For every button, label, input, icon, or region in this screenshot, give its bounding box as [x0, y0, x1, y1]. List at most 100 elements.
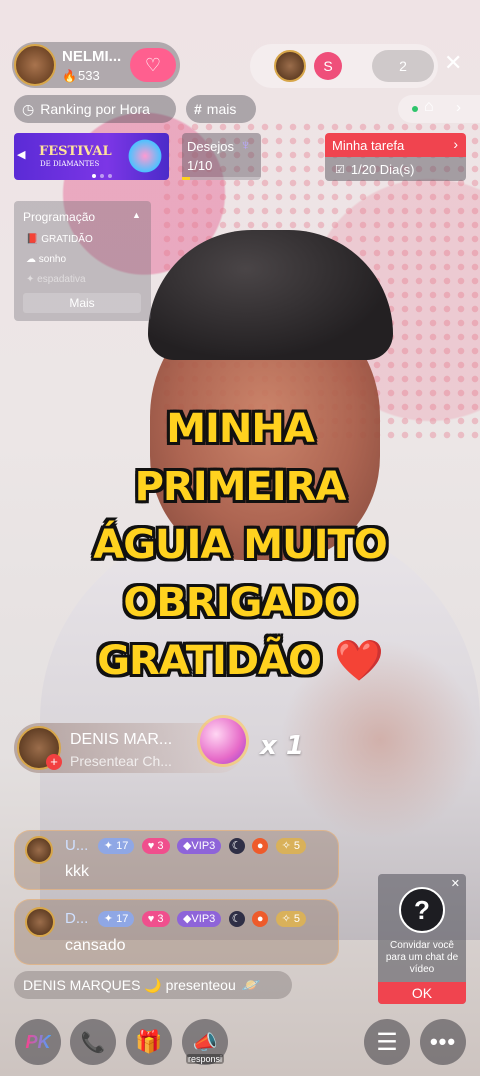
- fan-heart-badge: ♥ 3: [141, 837, 170, 854]
- fan-heart-badge: ♥ 3: [141, 910, 170, 927]
- task-body: ☑ 1/20 Dia(s): [325, 157, 466, 181]
- menu-button[interactable]: ☰: [364, 1019, 410, 1065]
- mascot-icon: [126, 137, 164, 175]
- fans-club-badge: ✧ 5: [275, 837, 307, 854]
- moon-badge: ☾: [228, 837, 245, 854]
- task-panel[interactable]: Minha tarefa › ☑ 1/20 Dia(s): [325, 133, 466, 181]
- close-icon[interactable]: ✕: [444, 50, 462, 76]
- gem-icon: ♆: [240, 137, 252, 154]
- planet-gift-icon: [200, 718, 246, 764]
- response-button[interactable]: 📣 responsi: [182, 1019, 228, 1065]
- notice-text: DENIS MARQUES 🌙 presenteou: [23, 976, 236, 993]
- task-header[interactable]: Minha tarefa ›: [325, 133, 466, 157]
- collapse-icon[interactable]: ▲: [132, 210, 141, 220]
- schedule-item: 📕 GRATIDÃO: [26, 234, 93, 245]
- calendar-check-icon: ☑: [335, 163, 345, 176]
- festival-title: FESTIVAL: [39, 144, 112, 159]
- viewer-count[interactable]: 2: [372, 50, 434, 82]
- hashtag-label: mais: [206, 101, 237, 117]
- heart-emoji: ❤️: [333, 638, 384, 684]
- festival-banner[interactable]: ◀ FESTIVAL DE DIAMANTES: [14, 133, 169, 180]
- online-dot: [412, 106, 418, 112]
- banner-pager-dots: [92, 174, 112, 178]
- hashtag-icon: #: [194, 101, 202, 117]
- viewer-avatar-s[interactable]: S: [314, 52, 342, 80]
- chevron-right-icon: ›: [453, 136, 458, 152]
- video-call-button[interactable]: 📞: [70, 1019, 116, 1065]
- follow-heart-button[interactable]: ♡: [130, 48, 176, 82]
- gift-sender-name: DENIS MAR...: [70, 731, 173, 748]
- phone-video-icon: 📞: [80, 1031, 106, 1054]
- torch-icon: ✦: [26, 274, 35, 285]
- host-avatar[interactable]: [14, 44, 56, 86]
- ranking-label: Ranking por Hora: [40, 101, 150, 117]
- caption-line: OBRIGADO: [123, 580, 357, 626]
- megaphone-icon: 📣: [192, 1031, 218, 1054]
- pk-button[interactable]: PK: [15, 1019, 61, 1065]
- chat-text: cansado: [65, 937, 126, 954]
- wishes-panel[interactable]: Desejos 1/10 ♆: [182, 133, 261, 180]
- response-label: responsi: [186, 1054, 225, 1064]
- more-button[interactable]: •••: [420, 1019, 466, 1065]
- wishes-progress: 1/10: [187, 158, 213, 173]
- close-icon[interactable]: ✕: [451, 877, 460, 890]
- task-title: Minha tarefa: [332, 137, 405, 153]
- chat-text: kkk: [65, 863, 89, 880]
- ranking-button[interactable]: ◷ Ranking por Hora: [14, 95, 176, 123]
- schedule-item-label: espadativa: [37, 274, 86, 285]
- hamburger-icon: ☰: [376, 1028, 398, 1056]
- wishes-progress-fill: [182, 177, 190, 180]
- host-name: NELMI...: [62, 48, 122, 65]
- invite-text: Convidar você para um chat de vídeo: [385, 940, 459, 975]
- host-followers: 533: [78, 68, 100, 83]
- guard-badge: ●: [252, 910, 269, 927]
- level-badge: ✦ 17: [97, 837, 135, 854]
- host-info[interactable]: NELMI... 🔥 533 ♡: [12, 42, 180, 88]
- caption-line: GRATIDÃO: [97, 638, 322, 684]
- schedule-more-button[interactable]: Mais: [23, 293, 141, 313]
- vip-badge: ◆VIP3: [176, 910, 222, 927]
- top-viewer-avatar[interactable]: [274, 50, 306, 82]
- gift-count: x 1: [260, 731, 304, 761]
- chat-username: D...: [65, 910, 89, 928]
- chat-message[interactable]: D... ✦ 17 ♥ 3 ◆VIP3 ☾ ● ✧ 5 cansado: [14, 899, 339, 965]
- task-progress: 1/20 Dia(s): [350, 161, 415, 177]
- gift-action: Presentear Ch...: [70, 753, 172, 769]
- home-nav-button[interactable]: ⌂ ›: [398, 95, 480, 123]
- schedule-item: ☁ sonho: [26, 254, 66, 265]
- chat-username: U...: [65, 837, 89, 855]
- cloud-heart-icon: ♡: [144, 54, 162, 75]
- invite-ok-button[interactable]: OK: [378, 982, 466, 1004]
- gift-button[interactable]: 🎁: [126, 1019, 172, 1065]
- fire-icon: 🔥: [62, 69, 77, 83]
- caption-line: MINHA: [166, 406, 315, 452]
- schedule-panel: Programação ▲ 📕 GRATIDÃO ☁ sonho ✦ espad…: [14, 201, 151, 321]
- wishes-label: Desejos: [187, 139, 234, 154]
- book-icon: 📕: [26, 234, 39, 245]
- gift-notice: DENIS MARQUES 🌙 presenteou 🪐: [14, 971, 292, 999]
- video-caption: MINHA PRIMEIRA ÁGUIA MUITO OBRIGADO GRAT…: [0, 400, 480, 690]
- level-badge: ✦ 17: [97, 910, 135, 927]
- caption-line: ÁGUIA MUITO: [93, 522, 388, 568]
- clock-icon: ◷: [22, 100, 35, 117]
- guard-badge: ●: [252, 837, 269, 854]
- festival-subtitle: DE DIAMANTES: [40, 160, 100, 168]
- follow-plus-icon[interactable]: +: [46, 754, 62, 770]
- wishes-progress-bar: [182, 177, 261, 180]
- gift-box-icon: 🎁: [135, 1029, 163, 1054]
- hashtag-button[interactable]: # mais: [186, 95, 256, 123]
- caption-line: PRIMEIRA: [134, 464, 347, 510]
- user-avatar[interactable]: [25, 836, 53, 864]
- schedule-item-label: sonho: [38, 254, 67, 265]
- user-avatar[interactable]: [25, 907, 55, 937]
- chevron-left-icon: ◀: [17, 149, 26, 161]
- schedule-title: Programação: [23, 210, 96, 224]
- cloud-icon: ☁: [26, 254, 36, 265]
- home-icon: ⌂: [424, 98, 434, 115]
- chat-message[interactable]: U... ✦ 17 ♥ 3 ◆VIP3 ☾ ● ✧ 5 kkk: [14, 830, 339, 890]
- viewer-bar: S 2: [250, 44, 438, 88]
- planet-icon: 🪐: [241, 977, 261, 994]
- pk-icon: PK: [25, 1031, 51, 1052]
- video-chat-invite: ✕ ? Convidar você para um chat de vídeo …: [378, 874, 466, 1004]
- question-avatar-icon: ?: [399, 887, 445, 933]
